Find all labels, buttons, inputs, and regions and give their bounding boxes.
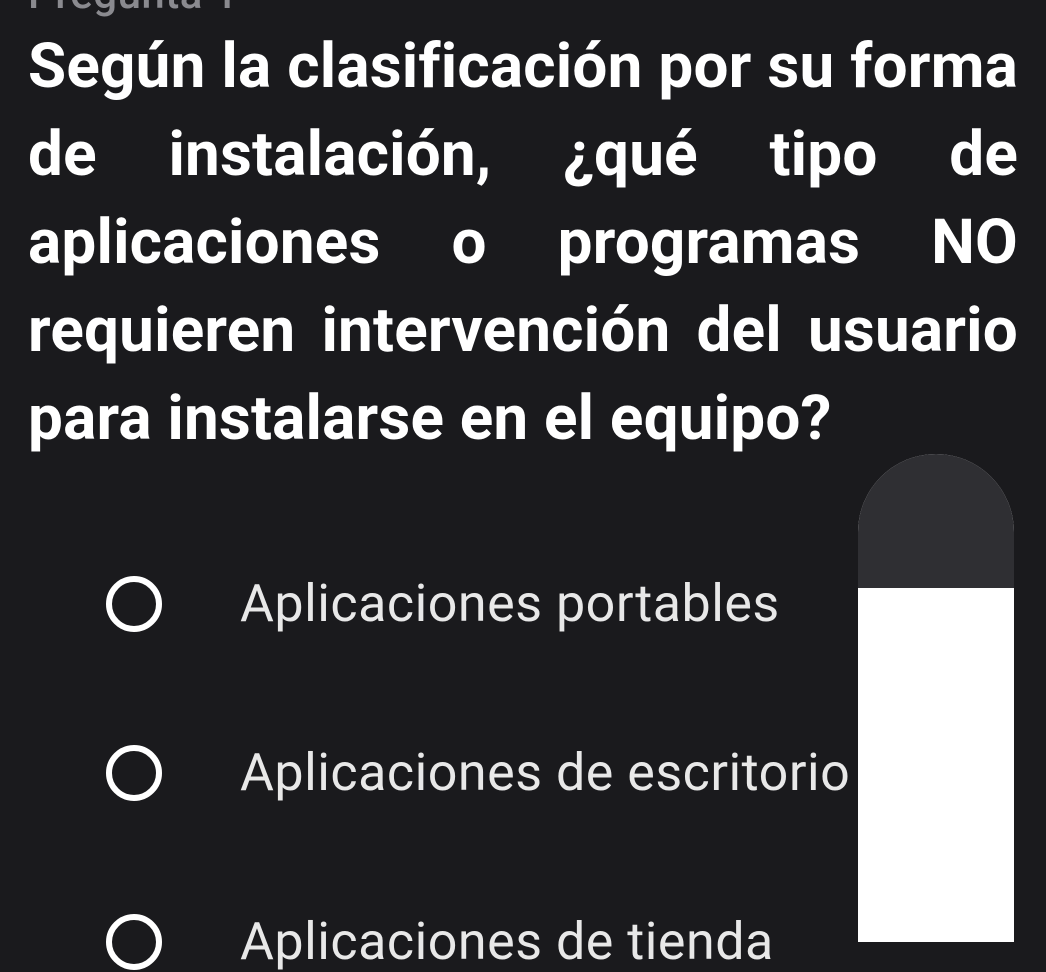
question-text: Según la clasificación por su forma de i… <box>28 23 1018 463</box>
option-label: Aplicaciones de escritorio <box>240 742 850 803</box>
radio-icon <box>106 914 162 970</box>
radio-icon <box>106 745 162 801</box>
radio-icon <box>106 576 162 632</box>
option-label: Aplicaciones de tienda <box>240 911 774 972</box>
scrollbar-track[interactable] <box>858 454 1014 942</box>
question-number-label: Pregunta 1 <box>28 0 1018 19</box>
option-label: Aplicaciones portables <box>240 573 780 634</box>
